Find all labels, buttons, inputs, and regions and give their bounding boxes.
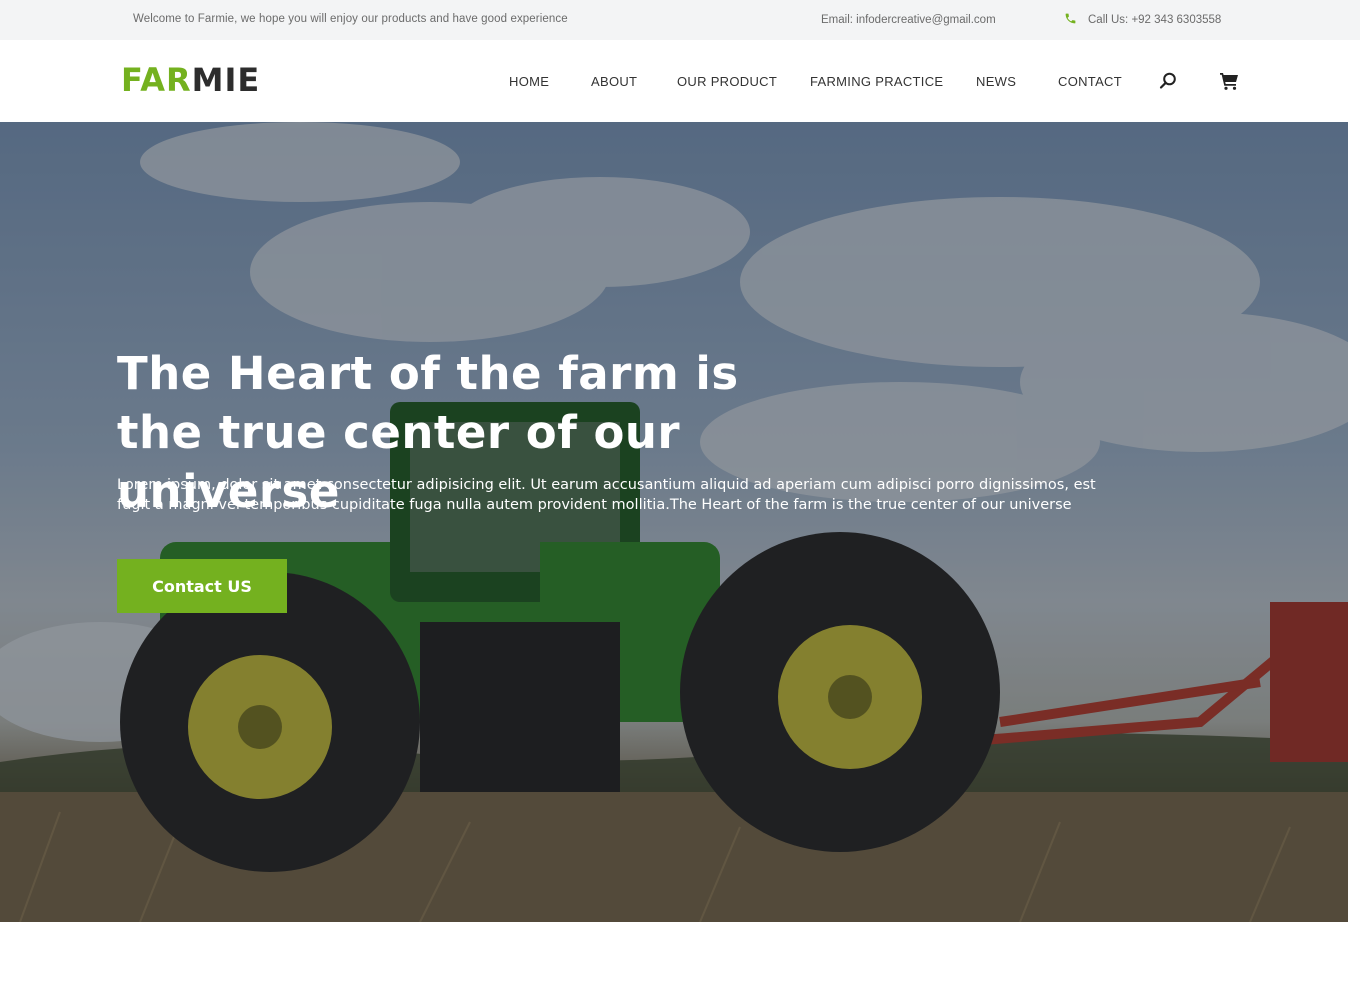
logo-text-far: FAR bbox=[121, 61, 192, 99]
top-info-bar: Welcome to Farmie, we hope you will enjo… bbox=[0, 0, 1360, 40]
cart-icon[interactable] bbox=[1219, 71, 1239, 91]
nav-news[interactable]: NEWS bbox=[976, 74, 1016, 89]
logo-text-mie: MIE bbox=[191, 61, 261, 99]
nav-home[interactable]: HOME bbox=[509, 74, 549, 89]
phone-contact[interactable]: Call Us: +92 343 6303558 bbox=[1088, 14, 1221, 26]
hero-banner: The Heart of the farm is the true center… bbox=[0, 122, 1348, 922]
search-icon[interactable] bbox=[1158, 71, 1178, 91]
nav-our-product[interactable]: OUR PRODUCT bbox=[677, 74, 777, 89]
hero-dark-overlay bbox=[0, 122, 1348, 922]
hero-description: Lorem ipsum, dolor sit amet consectetur … bbox=[117, 477, 1096, 513]
welcome-message: Welcome to Farmie, we hope you will enjo… bbox=[133, 13, 568, 25]
site-logo[interactable]: FARMIE bbox=[121, 61, 260, 99]
nav-farming-practice[interactable]: FARMING PRACTICE bbox=[810, 74, 943, 89]
nav-contact[interactable]: CONTACT bbox=[1058, 74, 1122, 89]
contact-us-button[interactable]: Contact US bbox=[117, 559, 287, 613]
nav-about[interactable]: ABOUT bbox=[591, 74, 637, 89]
phone-icon bbox=[1065, 13, 1076, 24]
email-contact[interactable]: Email: infodercreative@gmail.com bbox=[821, 14, 996, 26]
site-header: FARMIE HOME ABOUT OUR PRODUCT FARMING PR… bbox=[0, 40, 1360, 122]
